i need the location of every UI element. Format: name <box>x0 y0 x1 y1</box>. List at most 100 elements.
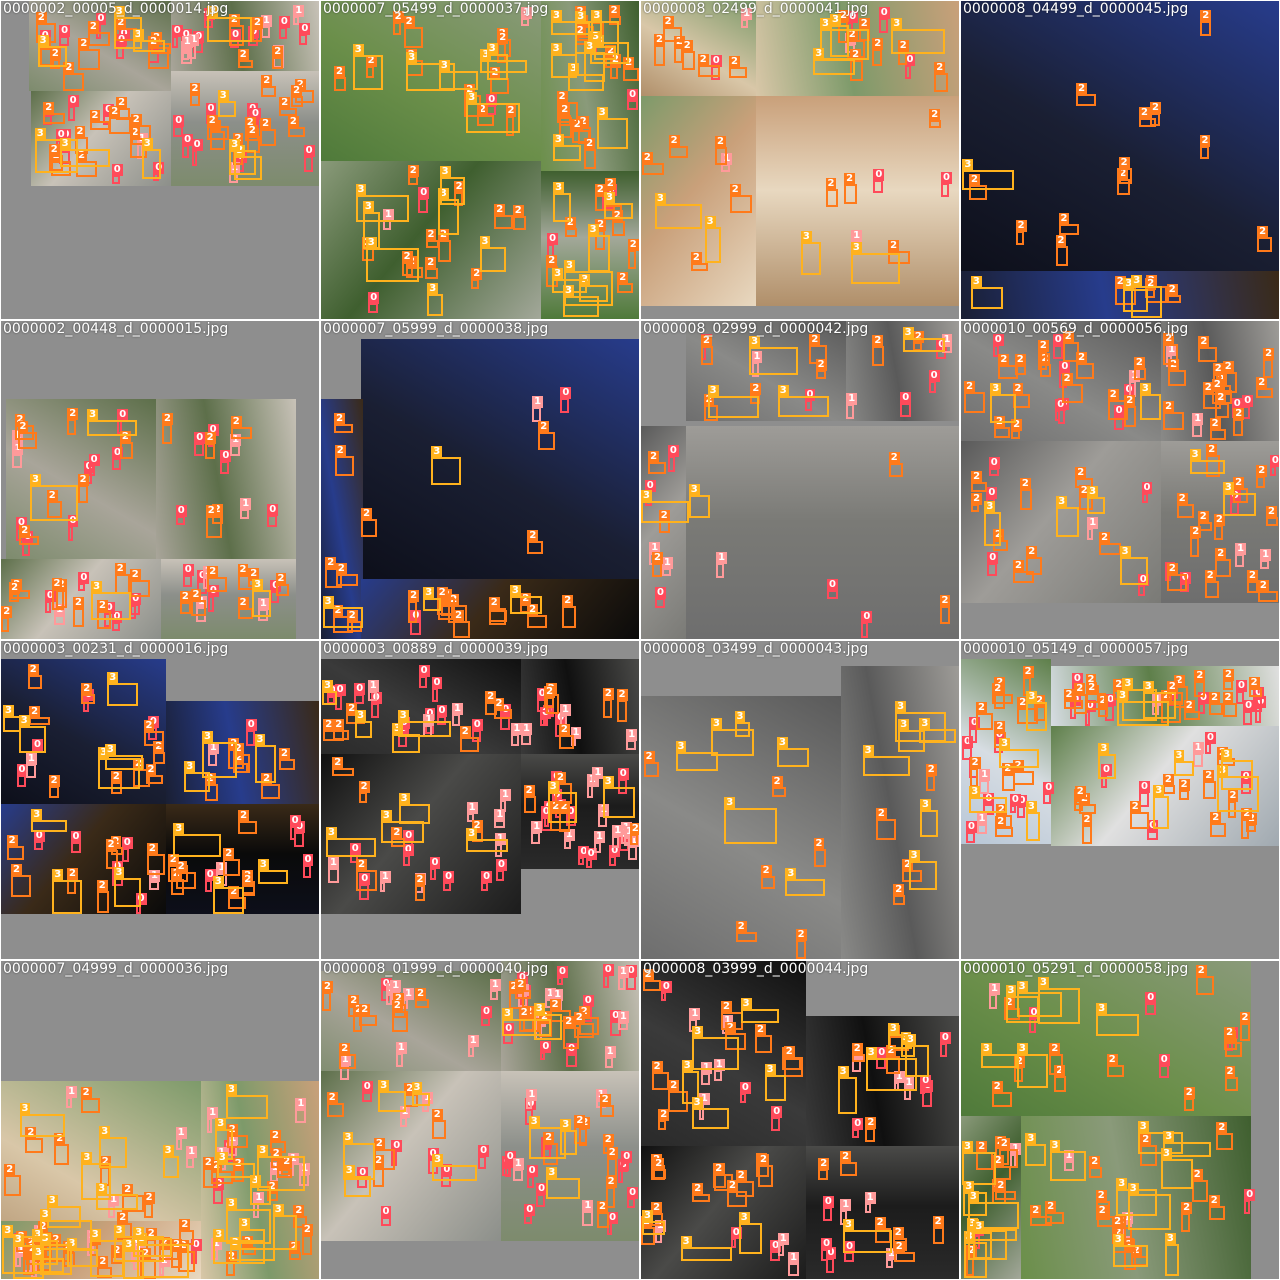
detection-class-label: 3 <box>226 1198 237 1211</box>
detection-box-class-2: 2 <box>758 1153 773 1187</box>
detection-class-label: 2 <box>1213 514 1225 527</box>
detection-box-class-2: 2 <box>287 115 306 137</box>
detection-box-class-2: 2 <box>1263 347 1275 379</box>
detection-class-label: 3 <box>326 826 337 839</box>
detection-box-class-2: 2 <box>1222 691 1237 717</box>
detection-box-class-0: 0 <box>418 187 430 213</box>
detection-class-label: 3 <box>969 785 981 798</box>
detection-box-class-2: 2 <box>1081 814 1093 845</box>
detection-class-label: 3 <box>550 42 562 55</box>
detection-box-class-3: 3 <box>33 1246 65 1273</box>
detection-class-label: 2 <box>969 756 981 769</box>
detection-class-label: 3 <box>919 717 931 730</box>
tile-filename: 0000007_04999_d_0000036.jpg <box>3 961 229 977</box>
detection-box-class-0: 0 <box>621 1151 633 1173</box>
detection-box-class-3: 3 <box>738 1212 762 1254</box>
detection-box-class-0: 0 <box>526 1164 538 1189</box>
detection-class-label: 2 <box>87 20 99 33</box>
detection-class-label: 0 <box>278 16 290 29</box>
detection-class-label: 0 <box>878 6 890 19</box>
thumbnail-image <box>156 399 296 559</box>
detection-class-label: 3 <box>962 1140 973 1153</box>
detection-class-label: 2 <box>1022 666 1034 679</box>
detection-box-class-0: 0 <box>418 664 430 689</box>
tile-filename: 0000002_00005_d_0000014.jpg <box>3 1 229 17</box>
detection-box-class-1: 1 <box>788 1252 800 1276</box>
detection-box-class-2: 2 <box>783 1045 804 1077</box>
detection-box-class-2: 2 <box>1089 1155 1103 1178</box>
detection-class-label: 0 <box>660 980 672 993</box>
detection-box-class-2: 2 <box>408 589 420 623</box>
detection-box-class-3: 3 <box>162 1145 180 1178</box>
detection-box-class-2: 2 <box>153 741 166 765</box>
detection-class-label: 3 <box>272 1204 284 1217</box>
detection-box-class-2: 2 <box>43 101 65 125</box>
detection-box-class-2: 2 <box>143 720 165 746</box>
detection-class-label: 2 <box>527 530 539 543</box>
detection-class-label: 2 <box>1063 688 1075 701</box>
detection-class-label: 3 <box>217 90 229 103</box>
detection-box-class-2: 2 <box>606 1147 618 1177</box>
detection-class-label: 3 <box>1005 985 1017 997</box>
detection-class-label: 2 <box>74 125 86 138</box>
detection-class-label: 2 <box>358 780 370 793</box>
detection-box-class-0: 0 <box>16 763 28 787</box>
detection-class-label: 0 <box>1158 1054 1170 1066</box>
detection-class-label: 3 <box>2 1225 14 1238</box>
detection-box-class-2: 2 <box>658 1109 670 1130</box>
detection-box-class-2: 2 <box>556 91 579 124</box>
detection-class-label: 2 <box>1181 1202 1193 1215</box>
detection-class-label: 2 <box>4 1164 16 1177</box>
detection-class-label: 2 <box>783 1045 795 1058</box>
detection-class-label: 3 <box>342 1131 354 1144</box>
detection-box-class-2: 2 <box>261 772 280 799</box>
detection-box-class-3: 3 <box>777 737 809 768</box>
detection-box-class-3: 3 <box>272 1204 297 1251</box>
detection-box-class-2: 2 <box>356 858 378 892</box>
tile-filename: 0000008_04499_d_0000045.jpg <box>963 1 1189 17</box>
detection-class-label: 3 <box>254 734 266 747</box>
detection-box-class-0: 0 <box>939 1032 951 1057</box>
detection-class-label: 3 <box>1056 496 1068 509</box>
detection-class-label: 1 <box>604 1046 616 1058</box>
detection-box-class-0: 0 <box>861 611 873 638</box>
detection-class-label: 0 <box>966 820 977 833</box>
detection-class-label: 2 <box>1166 562 1178 575</box>
detection-box-class-2: 2 <box>1209 417 1226 441</box>
detection-box-class-0: 0 <box>443 871 455 892</box>
detection-box-class-2: 2 <box>925 764 937 792</box>
detection-box-class-1: 1 <box>777 1232 789 1256</box>
detection-class-label: 2 <box>971 470 983 483</box>
detection-box-class-2: 2 <box>610 54 621 79</box>
detection-box-class-1: 1 <box>207 1107 219 1133</box>
detection-box-class-0: 0 <box>852 1118 864 1138</box>
detection-box-class-1: 1 <box>628 835 639 861</box>
detection-class-label: 2 <box>279 747 290 760</box>
detection-box-class-0: 0 <box>1141 481 1153 504</box>
detection-class-label: 2 <box>1074 682 1086 695</box>
detection-class-label: 1 <box>328 857 339 870</box>
detection-box-class-3: 3 <box>785 867 825 896</box>
detection-class-label: 3 <box>887 1022 899 1035</box>
detection-box-class-2: 2 <box>1224 1065 1238 1092</box>
detection-class-label: 2 <box>1199 135 1211 148</box>
detection-box-class-3: 3 <box>1139 382 1161 421</box>
detection-box-class-2: 2 <box>1215 391 1229 419</box>
detection-class-label: 2 <box>179 1219 191 1232</box>
detection-box-class-3: 3 <box>830 14 849 58</box>
mosaic-tile: 0000008_03499_d_0000043.jpg 2 2 2 2 2 2 2 2 2 2 3 3 3… <box>639 639 961 961</box>
detection-class-label: 0 <box>524 1204 536 1217</box>
detection-box-class-0: 0 <box>111 611 123 631</box>
detection-box-class-1: 1 <box>716 551 728 578</box>
detection-class-label: 0 <box>429 856 441 869</box>
detection-box-class-2: 2 <box>599 1094 615 1118</box>
detection-box-class-2: 2 <box>721 1000 743 1031</box>
detection-box-class-2: 2 <box>1 606 13 633</box>
detection-class-label: 2 <box>713 1163 725 1175</box>
detection-class-label: 2 <box>604 177 616 190</box>
detection-box-class-3: 3 <box>479 236 507 273</box>
detection-box-class-3: 3 <box>602 775 636 818</box>
detection-box-class-1: 1 <box>864 1191 876 1213</box>
detection-box-class-0: 0 <box>1055 399 1067 421</box>
detection-class-label: 2 <box>89 109 101 122</box>
